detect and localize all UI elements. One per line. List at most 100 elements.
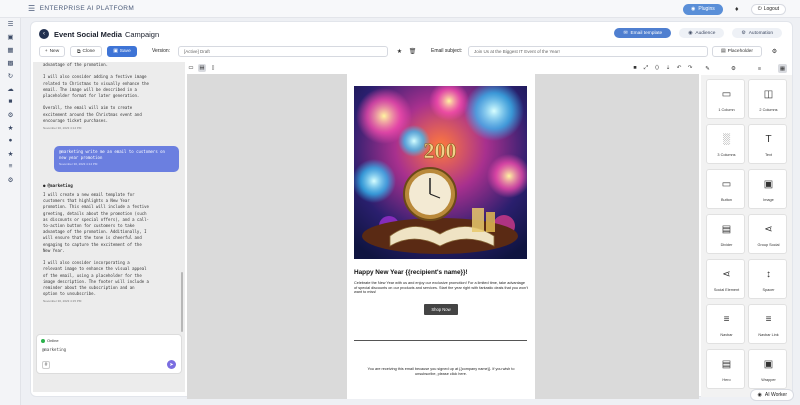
plugin-icon: ◉ — [690, 6, 696, 12]
block-image[interactable]: ▣ Image — [748, 169, 787, 209]
import-icon[interactable]: ⇣ — [664, 64, 672, 72]
block-hero[interactable]: ▤ Hero — [706, 349, 745, 389]
copy-icon: ⧉ — [77, 49, 81, 55]
email-icon: ✉ — [623, 30, 628, 36]
block-spacer[interactable]: ↕ Spacer — [748, 259, 787, 299]
block-label: 3 Columns — [717, 153, 736, 157]
menu-icon[interactable]: ☰ — [28, 4, 36, 13]
side-nav-rail: ⌂ ☰ ▣ ▦ ▩ ↻ ☁ ■ ⚙ ★ ● ★ ≡ ⚙ — [0, 0, 21, 405]
tablet-view-icon[interactable]: ▤ — [198, 64, 206, 72]
back-button[interactable]: ‹ — [39, 29, 49, 39]
cloud-icon[interactable]: ☁ — [6, 84, 15, 93]
star-icon[interactable]: ★ — [6, 123, 15, 132]
block-wrapper[interactable]: ▣ Wrapper — [748, 349, 787, 389]
mobile-view-icon[interactable]: ▯ — [209, 64, 217, 72]
clone-button[interactable]: ⧉ Clone — [70, 46, 102, 57]
gear-icon[interactable]: ⚙ — [729, 64, 738, 73]
layers-icon[interactable]: ☰ — [6, 19, 15, 28]
block-label: 2 Columns — [759, 108, 778, 112]
clone-label: Clone — [82, 49, 95, 54]
save-button[interactable]: ▣ Save — [107, 46, 137, 57]
refresh-icon[interactable]: ↻ — [6, 71, 15, 80]
email-headline[interactable]: Happy New Year {{recipient's name}}! — [354, 269, 468, 276]
navbar-icon: ≡ — [723, 313, 730, 325]
logout-icon: ⏻ — [757, 6, 762, 12]
block-text[interactable]: T Text — [748, 124, 787, 164]
version-label: Version: — [152, 48, 171, 54]
brush-icon[interactable]: ✎ — [703, 64, 712, 73]
editor-toolbar: + New ⧉ Clone ▣ Save Version: [Active] D… — [31, 45, 794, 59]
dashboard-icon[interactable]: ▣ — [6, 32, 15, 41]
star-icon[interactable]: ★ — [6, 149, 15, 158]
block-label: Group Social — [757, 243, 780, 247]
block-one-column[interactable]: ▭ 1 Column — [706, 79, 745, 119]
code-icon[interactable]: ⟨⟩ — [653, 64, 661, 72]
email-preview: 200 Happy New Year {{recipient's name}}!… — [347, 74, 535, 399]
ai-chat-panel: advantage of the promotion. I will also … — [33, 62, 185, 392]
email-subject-input[interactable]: Join Us at the Biggest IT Event of the Y… — [468, 46, 708, 57]
message-time: November 30, 2023 4:14 PM — [59, 161, 98, 166]
attach-icon[interactable]: # — [42, 361, 50, 369]
hero-year-text: 200 — [424, 138, 457, 163]
fullscreen-icon[interactable]: ⤢ — [642, 64, 650, 72]
placeholder-button[interactable]: ▤ Placeholder — [712, 46, 762, 57]
star-icon[interactable]: ★ — [395, 47, 404, 56]
block-three-columns[interactable]: ░ 3 Columns — [706, 124, 745, 164]
bell-icon[interactable]: ♦ — [731, 3, 743, 15]
block-divider[interactable]: ▤ Divider — [706, 214, 745, 254]
tab-automation[interactable]: ⚙ Automation — [732, 28, 782, 38]
save-icon: ▣ — [113, 49, 118, 54]
trash-icon[interactable]: 🗑 — [408, 47, 417, 56]
grid-icon[interactable]: ▦ — [6, 45, 15, 54]
undo-icon[interactable]: ↶ — [675, 64, 683, 72]
version-select[interactable]: [Active] Draft — [178, 46, 388, 57]
block-navbar[interactable]: ≡ Navbar — [706, 304, 745, 344]
tab-email-template[interactable]: ✉ Email template — [614, 28, 672, 38]
block-label: 1 Column — [718, 108, 735, 112]
email-divider[interactable] — [354, 340, 527, 341]
plugins-button[interactable]: ◉ Plugins — [682, 3, 723, 15]
gift-icon[interactable]: ■ — [6, 97, 15, 106]
block-social-element[interactable]: ⋖ Social Element — [706, 259, 745, 299]
page-title-suffix: Campaign — [124, 29, 160, 39]
tab-audience[interactable]: ◉ Audience — [679, 28, 725, 38]
chat-scrollbar[interactable] — [181, 272, 183, 332]
block-group-social[interactable]: ⋖ Group Social — [748, 214, 787, 254]
email-body-text[interactable]: Celebrate the New Year with us and enjoy… — [354, 281, 529, 295]
blocks-panel-header: ✎ ⚙ ≡ ▦ — [701, 63, 792, 74]
blocks-panel: ▭ 1 Column ◫ 2 Columns ░ 3 Columns T Tex… — [701, 75, 792, 397]
brand-name: ENTERPRISE AI PLATFORM — [39, 5, 135, 12]
chat-input-box[interactable]: Online @marketing # ➤ — [36, 334, 182, 374]
block-button[interactable]: ▭ Button — [706, 169, 745, 209]
square-outline-icon[interactable]: ■ — [631, 64, 639, 72]
layout-icon[interactable]: ▩ — [6, 58, 15, 67]
redo-icon[interactable]: ↷ — [686, 64, 694, 72]
badge-icon[interactable]: ● — [6, 136, 15, 145]
chat-input-text[interactable]: @marketing — [42, 347, 66, 352]
settings-sliders-icon[interactable]: ⚙ — [6, 110, 15, 119]
hero-image[interactable]: 200 — [354, 86, 527, 259]
logout-button[interactable]: ⏻ Logout — [750, 3, 786, 15]
new-button[interactable]: + New — [39, 46, 65, 57]
layers-icon[interactable]: ≡ — [755, 64, 764, 73]
gear-icon[interactable]: ⚙ — [6, 175, 15, 184]
settings-gear-icon[interactable]: ⚙ — [770, 47, 779, 56]
button-icon: ▭ — [721, 178, 732, 190]
version-value: [Active] Draft — [184, 49, 210, 54]
list-icon[interactable]: ≡ — [6, 162, 15, 171]
block-navbar-link[interactable]: ≡ Navbar Link — [748, 304, 787, 344]
logout-label: Logout — [763, 6, 779, 12]
blocks-grid-icon[interactable]: ▦ — [778, 64, 787, 73]
email-footer-text[interactable]: You are receiving this email because you… — [357, 367, 525, 376]
desktop-view-icon[interactable]: ▭ — [187, 64, 195, 72]
email-canvas[interactable]: 200 Happy New Year {{recipient's name}}!… — [187, 74, 699, 399]
placeholder-icon: ▤ — [721, 49, 726, 54]
agent-name: ● @marketing — [43, 183, 73, 188]
block-two-columns[interactable]: ◫ 2 Columns — [748, 79, 787, 119]
send-button[interactable]: ➤ — [167, 360, 176, 369]
shop-now-button[interactable]: Shop Now — [424, 304, 458, 315]
chat-message-user: @marketing write me an email to customer… — [54, 146, 179, 172]
ai-worker-button[interactable]: ◉ AI Worker — [750, 389, 794, 401]
save-label: Save — [119, 49, 131, 54]
chat-messages[interactable]: advantage of the promotion. I will also … — [33, 62, 185, 334]
